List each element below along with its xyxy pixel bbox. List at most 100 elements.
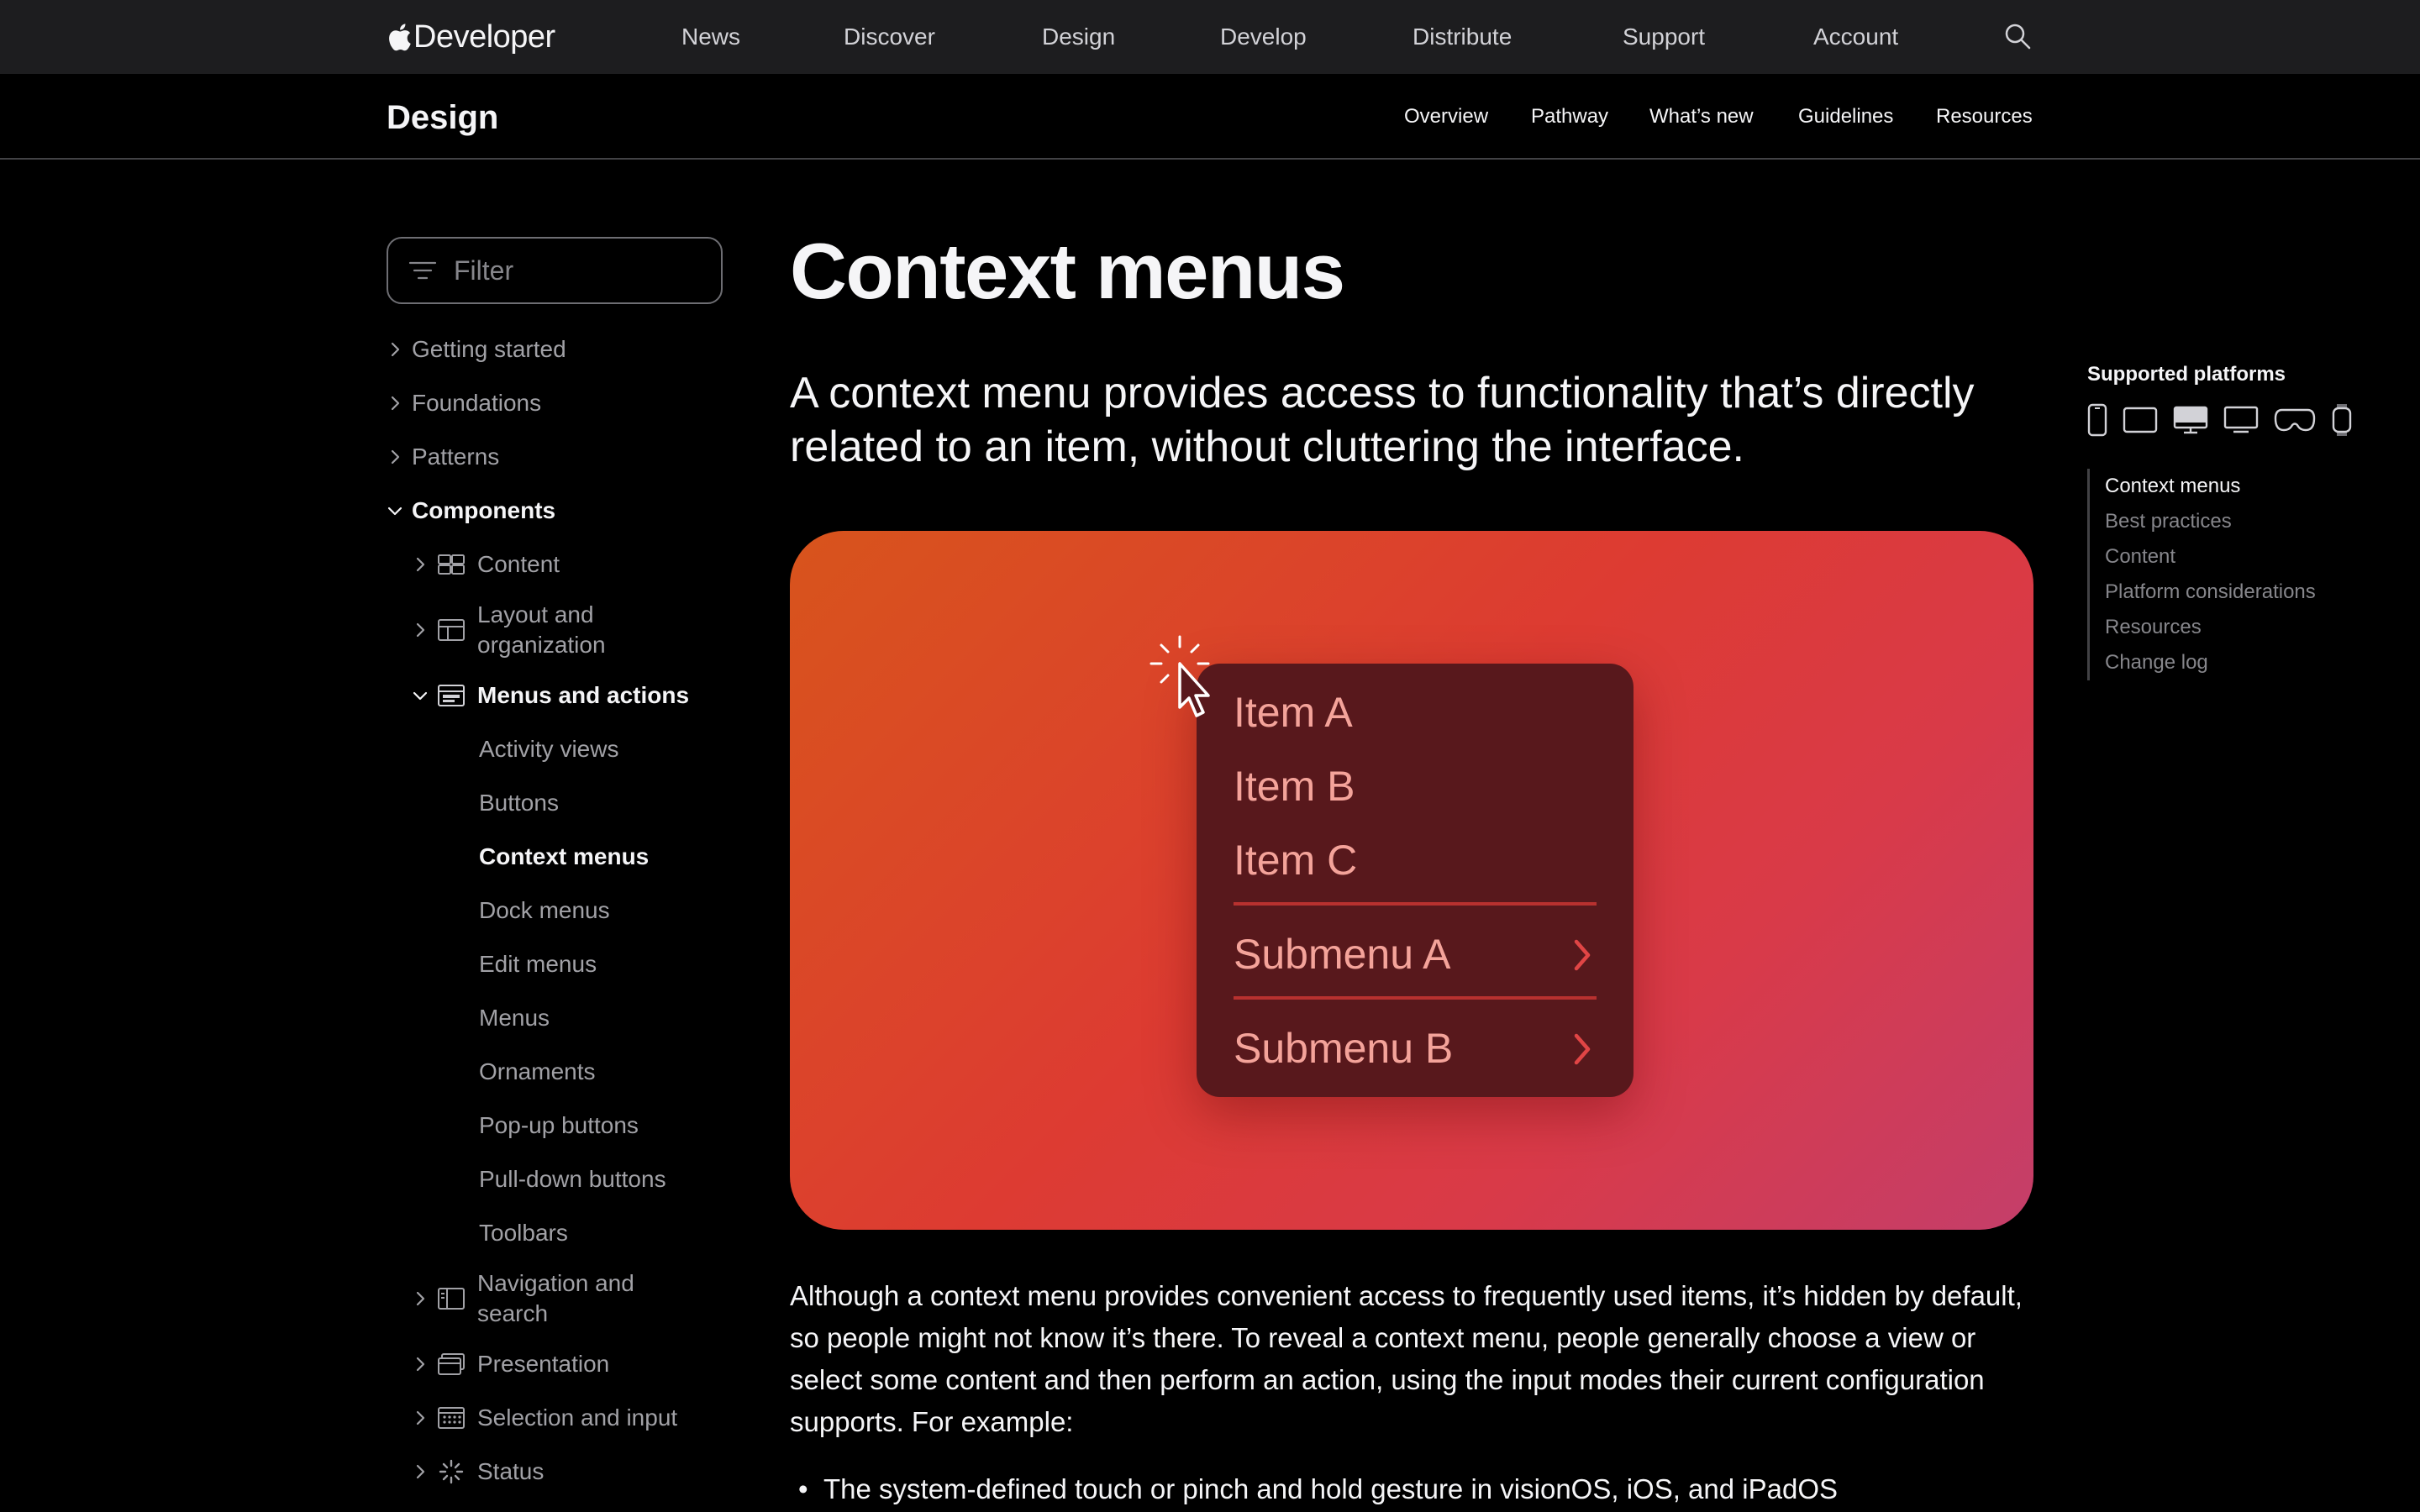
sidebar-item-label: Components [412, 497, 556, 523]
sidebar-item-pop-up-buttons[interactable]: Pop-up buttons [479, 1110, 639, 1141]
bullet-icon: • [798, 1473, 808, 1504]
sidebar-item-activity-views[interactable]: Activity views [479, 734, 618, 764]
menu-separator [1234, 902, 1597, 906]
sidebar-item-label: Menus and actions [477, 682, 690, 708]
menu-item-c: Item C [1234, 837, 1358, 884]
sidebar-item-components[interactable]: Components [387, 496, 555, 526]
toc-item-resources[interactable]: Resources [2105, 610, 2316, 645]
sidebar-item-patterns[interactable]: Patterns [387, 442, 499, 472]
page-intro: A context menu provides access to functi… [790, 369, 1975, 471]
menu-item-a: Item A [1234, 689, 1353, 736]
ipad-icon [2123, 407, 2158, 433]
list-item: • The system-defined touch or pinch and … [798, 1468, 1838, 1510]
sidebar-item-getting-started[interactable]: Getting started [387, 334, 566, 365]
filter-field[interactable] [387, 237, 723, 304]
developer-logo-text: Developer [413, 18, 555, 55]
global-nav: Developer News Discover Design Develop D… [0, 0, 2420, 74]
sidebar-item-label: Status [477, 1458, 544, 1484]
chevron-right-icon [416, 1464, 425, 1479]
chevron-down-icon [387, 507, 402, 516]
sidebar-layout-icon [438, 1288, 465, 1310]
sidebar-item-label-line1: Layout and [477, 601, 594, 627]
filter-icon [408, 261, 437, 280]
calendar-icon [438, 1407, 465, 1429]
sidebar-item-label: Content [477, 551, 560, 577]
toc-item-content[interactable]: Content [2105, 539, 2316, 575]
filter-input[interactable] [454, 255, 706, 286]
sidebar-item-selection-and-input[interactable]: Selection and input [412, 1403, 731, 1433]
local-nav-overview[interactable]: Overview [1404, 105, 1488, 129]
presentation-category-icon [438, 1353, 465, 1375]
nav-link-news[interactable]: News [681, 23, 740, 51]
sidebar-item-status[interactable]: Status [412, 1457, 731, 1487]
chevron-right-icon [1574, 1033, 1591, 1065]
sidebar-item-label-line2: organization [477, 632, 606, 658]
chevron-right-icon [391, 396, 400, 411]
local-nav: Design Overview Pathway What’s new Guide… [0, 74, 2420, 160]
submenu-b: Submenu B [1234, 1025, 1454, 1072]
sidebar-item-label: Selection and input [477, 1404, 678, 1431]
vision-pro-icon [2274, 408, 2316, 432]
body-paragraph: Although a context menu provides conveni… [790, 1280, 2023, 1437]
sidebar-item-label: Foundations [412, 390, 542, 416]
sidebar-item-pull-down-buttons[interactable]: Pull-down buttons [479, 1164, 666, 1194]
hero-image: Item A Item B Item C Submenu A Submenu B [790, 531, 2033, 1230]
chevron-right-icon [416, 622, 425, 638]
sidebar-item-ornaments[interactable]: Ornaments [479, 1057, 596, 1087]
chevron-right-icon [416, 557, 425, 572]
sidebar-item-label-line2: search [477, 1300, 549, 1326]
nav-link-support[interactable]: Support [1623, 23, 1705, 51]
nav-link-develop[interactable]: Develop [1220, 23, 1307, 51]
menu-separator [1234, 996, 1597, 1000]
toc-item-best-practices[interactable]: Best practices [2105, 504, 2316, 539]
nav-link-discover[interactable]: Discover [844, 23, 935, 51]
sidebar-item-layout-and-organization[interactable]: Layout and organization [412, 598, 731, 662]
developer-logo-link[interactable]: Developer [387, 15, 555, 59]
nav-link-distribute[interactable]: Distribute [1413, 23, 1512, 51]
chevron-down-icon [413, 691, 428, 701]
chevron-right-icon [416, 1357, 425, 1372]
sidebar-item-label: Presentation [477, 1351, 610, 1377]
sidebar-item-label-line1: Navigation and [477, 1270, 634, 1296]
mac-icon [2173, 406, 2208, 434]
sidebar-item-menus-and-actions[interactable]: Menus and actions [412, 680, 731, 711]
search-icon[interactable] [2003, 22, 2032, 50]
apple-logo-icon [389, 24, 411, 51]
sidebar-item-foundations[interactable]: Foundations [387, 388, 541, 418]
sidebar-item-buttons[interactable]: Buttons [479, 788, 559, 818]
cursor-click-icon [1150, 635, 1210, 717]
content-category-icon [438, 554, 465, 575]
local-nav-guidelines[interactable]: Guidelines [1798, 105, 1893, 129]
chevron-right-icon [416, 1410, 425, 1425]
toc-item-context-menus[interactable]: Context menus [2105, 469, 2316, 504]
toc-item-change-log[interactable]: Change log [2105, 645, 2316, 680]
layout-category-icon [438, 619, 465, 641]
sidebar-item-label: Getting started [412, 336, 566, 362]
local-nav-title[interactable]: Design [387, 99, 498, 137]
chevron-right-icon [1574, 939, 1591, 971]
sidebar-item-content[interactable]: Content [412, 549, 731, 580]
sidebar-item-menus[interactable]: Menus [479, 1003, 550, 1033]
nav-link-design[interactable]: Design [1042, 23, 1115, 51]
sidebar-item-dock-menus[interactable]: Dock menus [479, 895, 610, 926]
submenu-a: Submenu A [1234, 931, 1451, 978]
supported-platforms-title: Supported platforms [2087, 363, 2286, 386]
sidebar-item-navigation-and-search[interactable]: Navigation and search [412, 1267, 731, 1331]
menus-category-icon [438, 685, 465, 706]
list-item-text: The system-defined touch or pinch and ho… [823, 1473, 1838, 1504]
sidebar-item-presentation[interactable]: Presentation [412, 1349, 731, 1379]
sidebar-item-toolbars[interactable]: Toolbars [479, 1218, 568, 1248]
context-menu-illustration: Item A Item B Item C Submenu A Submenu B [1197, 664, 1634, 1097]
local-nav-resources[interactable]: Resources [1936, 105, 2033, 129]
iphone-icon [2087, 403, 2107, 437]
local-nav-whats-new[interactable]: What’s new [1649, 105, 1754, 129]
spinner-icon [439, 1459, 464, 1484]
watch-icon [2332, 404, 2352, 436]
sidebar-item-edit-menus[interactable]: Edit menus [479, 949, 597, 979]
chevron-right-icon [416, 1291, 425, 1306]
nav-link-account[interactable]: Account [1813, 23, 1898, 51]
sidebar-item-context-menus[interactable]: Context menus [479, 842, 649, 872]
local-nav-pathway[interactable]: Pathway [1531, 105, 1608, 129]
menu-item-b: Item B [1234, 763, 1355, 810]
toc-item-platform-considerations[interactable]: Platform considerations [2105, 575, 2316, 610]
